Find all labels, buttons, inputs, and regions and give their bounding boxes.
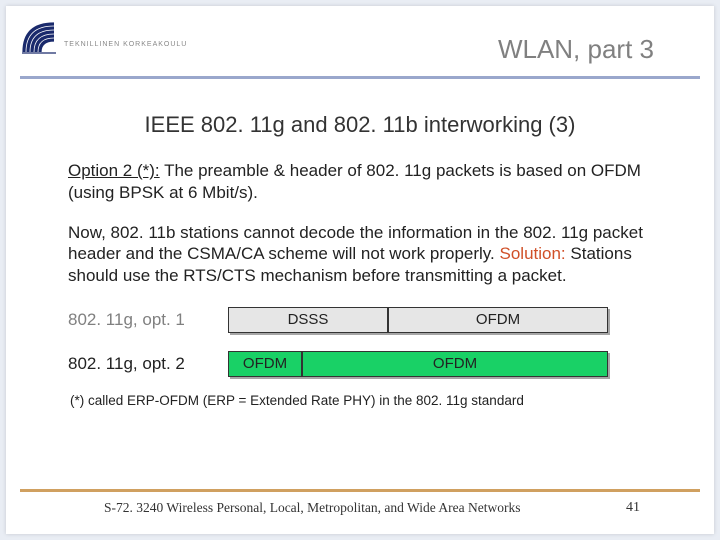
- footer-row: S-72. 3240 Wireless Personal, Local, Met…: [20, 500, 700, 516]
- diagram-row-opt2: 802. 11g, opt. 2 OFDM OFDM: [68, 349, 652, 379]
- diagram-row-opt1: 802. 11g, opt. 1 DSSS OFDM: [68, 305, 652, 335]
- bars-opt2: OFDM OFDM: [228, 351, 608, 377]
- bar-ofdm-header: OFDM: [228, 351, 302, 377]
- slide: TEKNILLINEN KORKEAKOULU WLAN, part 3 IEE…: [6, 6, 714, 534]
- bar-dsss: DSSS: [228, 307, 388, 333]
- footnote: (*) called ERP-OFDM (ERP = Extended Rate…: [68, 393, 652, 408]
- bar-ofdm-payload-opt1: OFDM: [388, 307, 608, 333]
- packet-diagram: 802. 11g, opt. 1 DSSS OFDM 802. 11g, opt…: [68, 305, 652, 379]
- page-number: 41: [626, 500, 640, 516]
- institution-logo: [18, 16, 60, 63]
- row-label-opt2: 802. 11g, opt. 2: [68, 354, 228, 374]
- course-code: S-72. 3240 Wireless Personal, Local, Met…: [104, 500, 520, 516]
- bar-ofdm-payload-opt2: OFDM: [302, 351, 608, 377]
- row-label-opt1: 802. 11g, opt. 1: [68, 310, 228, 330]
- paragraph-option2: Option 2 (*): The preamble & header of 8…: [68, 160, 652, 204]
- content: IEEE 802. 11g and 802. 11b interworking …: [6, 80, 714, 408]
- header: TEKNILLINEN KORKEAKOULU WLAN, part 3: [6, 6, 714, 80]
- header-divider: [20, 76, 700, 79]
- institution-name: TEKNILLINEN KORKEAKOULU: [64, 41, 187, 48]
- footer: S-72. 3240 Wireless Personal, Local, Met…: [20, 489, 700, 516]
- bars-opt1: DSSS OFDM: [228, 307, 608, 333]
- footer-divider: [20, 489, 700, 492]
- option2-label: Option 2 (*):: [68, 161, 160, 180]
- header-title: WLAN, part 3: [498, 34, 654, 65]
- paragraph-solution: Now, 802. 11b stations cannot decode the…: [68, 222, 652, 287]
- solution-label: Solution:: [500, 244, 566, 263]
- slide-title: IEEE 802. 11g and 802. 11b interworking …: [68, 112, 652, 138]
